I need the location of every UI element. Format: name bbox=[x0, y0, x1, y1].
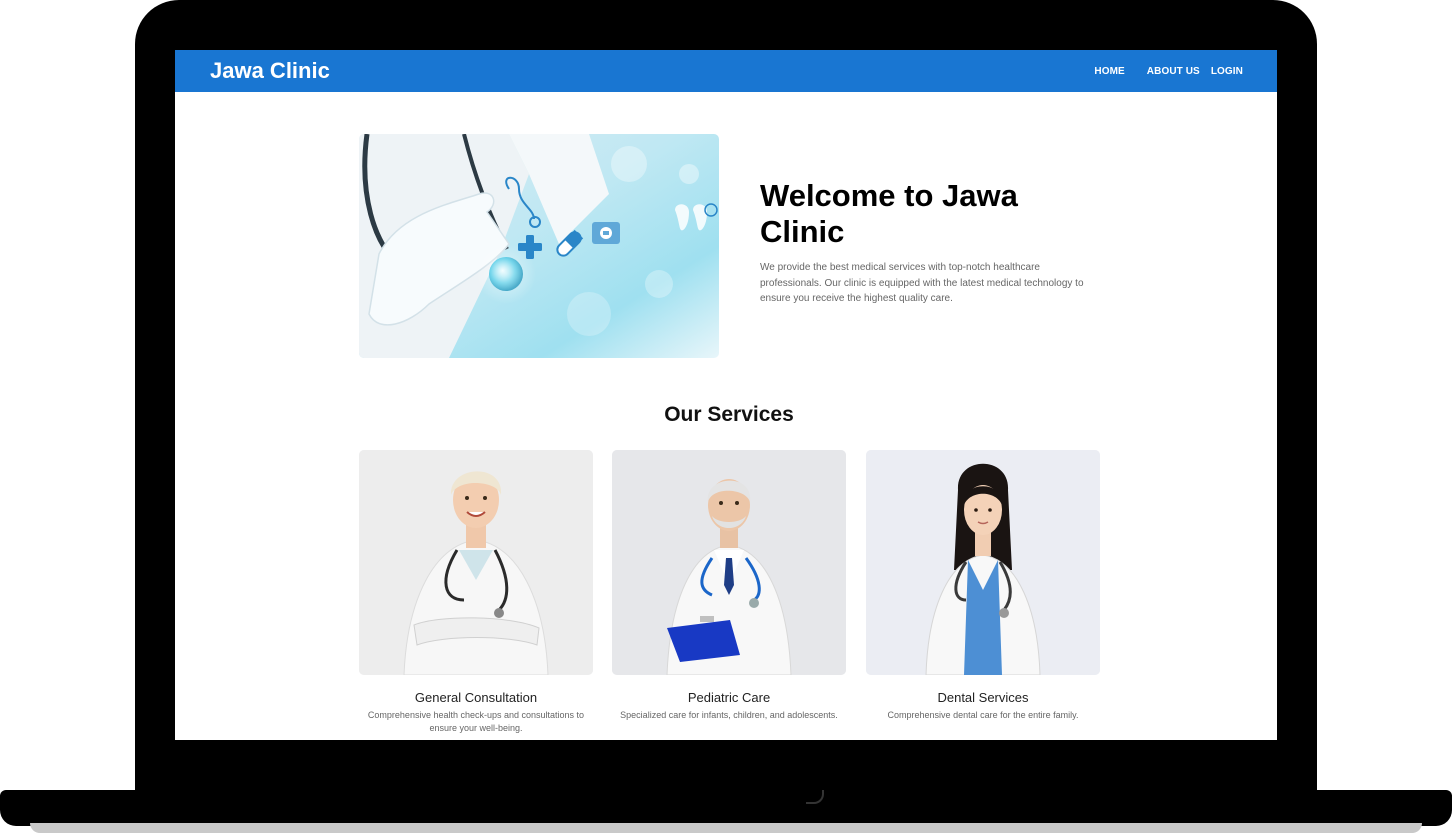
service-card-title: Pediatric Care bbox=[687, 690, 771, 705]
laptop-shadow bbox=[30, 823, 1422, 833]
service-card-description: Comprehensive dental care for the entire… bbox=[887, 710, 1079, 720]
nav-links: HOME ABOUT US LOGIN bbox=[1094, 66, 1243, 78]
service-card-description: Comprehensive health check-ups and consu… bbox=[367, 710, 585, 733]
brand-logo[interactable]: Jawa Clinic bbox=[210, 58, 330, 84]
service-card-title: Dental Services bbox=[937, 690, 1029, 705]
laptop-base bbox=[0, 790, 1452, 826]
female-doctor-photo bbox=[359, 450, 593, 675]
nav-about-link[interactable]: ABOUT US bbox=[1147, 66, 1200, 78]
browser-screen: Jawa Clinic HOME ABOUT US LOGIN Welcome … bbox=[175, 50, 1277, 740]
service-card-image bbox=[359, 450, 593, 675]
hero-image bbox=[359, 134, 719, 358]
service-card-description: Specialized care for infants, children, … bbox=[620, 710, 838, 720]
nav-login-link[interactable]: LOGIN bbox=[1211, 66, 1243, 78]
services-heading: Our Services bbox=[664, 403, 794, 426]
nav-home-link[interactable]: HOME bbox=[1094, 66, 1124, 78]
hero-title: Welcome to Jawa Clinic bbox=[760, 178, 1018, 249]
navbar: Jawa Clinic HOME ABOUT US LOGIN bbox=[175, 50, 1277, 92]
service-card[interactable]: General Consultation Comprehensive healt… bbox=[359, 450, 593, 734]
senior-male-doctor-photo bbox=[612, 450, 846, 675]
hero-description: We provide the best medical services wit… bbox=[760, 262, 1084, 304]
medical-technology-image bbox=[359, 134, 719, 358]
service-card-image bbox=[612, 450, 846, 675]
service-card-image bbox=[866, 450, 1100, 675]
service-card-title: General Consultation bbox=[414, 690, 538, 705]
service-card[interactable]: Pediatric Care Specialized care for infa… bbox=[612, 450, 846, 722]
young-female-doctor-photo bbox=[866, 450, 1100, 675]
service-card[interactable]: Dental Services Comprehensive dental car… bbox=[866, 450, 1100, 722]
